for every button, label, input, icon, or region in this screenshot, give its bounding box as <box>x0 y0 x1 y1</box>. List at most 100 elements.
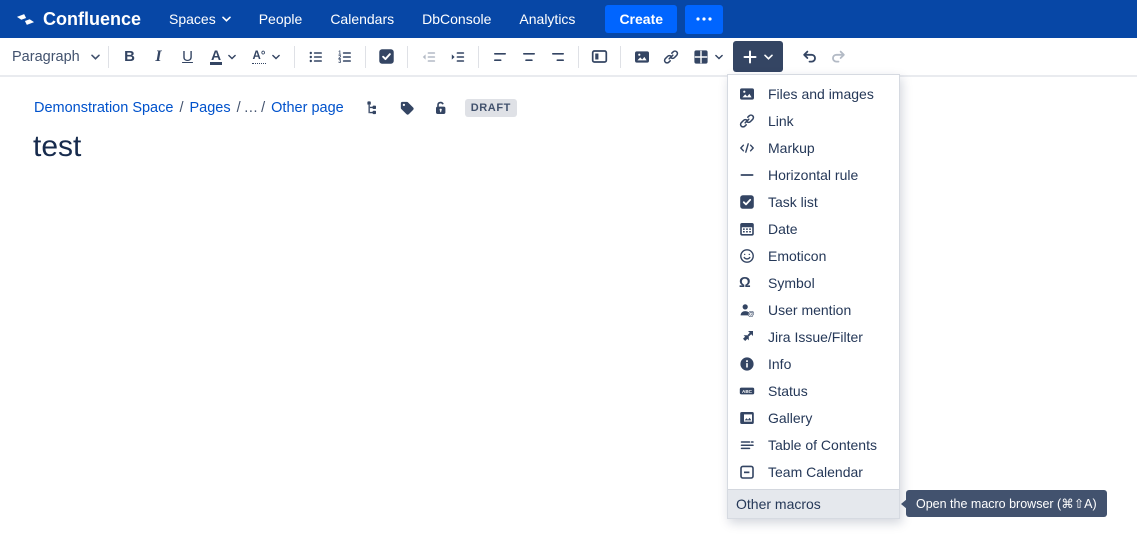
breadcrumb: Demonstration Space / Pages / … / Other … <box>34 99 517 117</box>
numbered-list-icon: 123 <box>337 49 353 65</box>
menu-item-files-and-images[interactable]: Files and images <box>728 80 899 107</box>
svg-text:@: @ <box>748 311 755 318</box>
outdent-button <box>414 42 443 72</box>
menu-item-status[interactable]: ABC Status <box>728 377 899 404</box>
menu-item-team-calendar[interactable]: Team Calendar <box>728 458 899 485</box>
page-title-input[interactable]: test <box>33 130 81 164</box>
menu-item-user-mention[interactable]: @ User mention <box>728 296 899 323</box>
menu-item-other-macros[interactable]: Other macros <box>728 489 899 518</box>
menu-item-symbol[interactable]: Ω Symbol <box>728 269 899 296</box>
table-icon <box>693 49 709 65</box>
restrictions-button[interactable] <box>433 100 449 116</box>
menu-item-markup[interactable]: Markup <box>728 134 899 161</box>
menu-item-table-of-contents[interactable]: Table of Contents <box>728 431 899 458</box>
insert-link-button[interactable] <box>656 42 685 72</box>
toolbar-divider <box>294 46 295 68</box>
menu-item-link[interactable]: Link <box>728 107 899 134</box>
indent-button[interactable] <box>443 42 472 72</box>
outdent-icon <box>421 49 437 65</box>
user-mention-icon: @ <box>739 302 755 318</box>
paragraph-style-dropdown[interactable]: Paragraph <box>8 42 102 72</box>
draft-status-badge: DRAFT <box>465 99 517 117</box>
align-right-button[interactable] <box>543 42 572 72</box>
task-checkbox-icon <box>739 194 755 210</box>
toolbar-divider <box>407 46 408 68</box>
undo-button[interactable] <box>795 42 824 72</box>
align-center-button[interactable] <box>514 42 543 72</box>
nav-item-dbconsole[interactable]: DbConsole <box>422 11 491 27</box>
bullet-list-icon <box>308 49 324 65</box>
undo-icon <box>801 48 818 65</box>
italic-button[interactable]: I <box>144 42 173 72</box>
breadcrumb-link-space[interactable]: Demonstration Space <box>34 100 173 116</box>
menu-item-emoticon[interactable]: Emoticon <box>728 242 899 269</box>
code-markup-icon <box>739 140 755 156</box>
chevron-down-icon <box>222 16 231 22</box>
menu-item-jira-issue-filter[interactable]: Jira Issue/Filter <box>728 323 899 350</box>
calendar-icon <box>739 221 755 237</box>
breadcrumb-link-pages[interactable]: Pages <box>189 100 230 116</box>
menu-item-horizontal-rule[interactable]: Horizontal rule <box>728 161 899 188</box>
nav-item-people[interactable]: People <box>259 11 303 27</box>
insert-image-button[interactable] <box>627 42 656 72</box>
menu-item-date[interactable]: Date <box>728 215 899 242</box>
confluence-logo[interactable]: Confluence <box>16 9 141 30</box>
redo-button <box>824 42 853 72</box>
plus-icon <box>743 50 757 64</box>
bullet-list-button[interactable] <box>301 42 330 72</box>
page-tree-button[interactable] <box>365 100 381 116</box>
insert-more-content-button[interactable] <box>733 41 783 72</box>
insert-menu-items: Files and images Link Markup Horizontal … <box>728 75 899 489</box>
toc-lines-icon <box>739 437 755 453</box>
page-tree-icon <box>365 100 381 116</box>
text-color-button[interactable]: A <box>202 42 244 72</box>
image-icon <box>634 49 650 65</box>
nav-item-spaces[interactable]: Spaces <box>169 11 231 27</box>
editor-toolbar: Paragraph B I U A A° 123 <box>0 38 1137 77</box>
svg-text:ABC: ABC <box>742 388 753 393</box>
page-layout-icon <box>591 48 608 65</box>
brand-name: Confluence <box>43 9 141 30</box>
indent-icon <box>450 49 466 65</box>
chevron-down-icon <box>228 54 236 60</box>
underline-button[interactable]: U <box>173 42 202 72</box>
more-formatting-button[interactable]: A° <box>244 42 288 72</box>
team-calendar-icon <box>739 464 755 480</box>
labels-button[interactable] <box>399 100 415 116</box>
menu-item-task-list[interactable]: Task list <box>728 188 899 215</box>
numbered-list-button[interactable]: 123 <box>330 42 359 72</box>
toolbar-divider <box>620 46 621 68</box>
omega-symbol-icon: Ω <box>739 275 755 291</box>
breadcrumb-ellipsis[interactable]: … <box>244 100 259 116</box>
unlock-icon <box>433 100 449 116</box>
toolbar-divider <box>478 46 479 68</box>
label-tag-icon <box>399 100 415 116</box>
task-checkbox-icon <box>378 48 395 65</box>
ellipsis-icon <box>696 17 712 21</box>
chevron-down-icon <box>764 54 773 60</box>
confluence-mark-icon <box>16 10 35 29</box>
align-center-icon <box>521 49 537 65</box>
page-layout-button[interactable] <box>585 42 614 72</box>
align-right-icon <box>550 49 566 65</box>
task-list-button[interactable] <box>372 42 401 72</box>
redo-icon <box>830 48 847 65</box>
image-icon <box>739 86 755 102</box>
menu-item-info[interactable]: Info <box>728 350 899 377</box>
page-action-icons <box>365 100 449 116</box>
nav-item-calendars[interactable]: Calendars <box>330 11 394 27</box>
align-left-button[interactable] <box>485 42 514 72</box>
menu-item-gallery[interactable]: Gallery <box>728 404 899 431</box>
smiley-icon <box>739 248 755 264</box>
svg-text:3: 3 <box>338 59 341 65</box>
nav-more-button[interactable] <box>685 5 723 34</box>
info-circle-icon <box>739 356 755 372</box>
bold-button[interactable]: B <box>115 42 144 72</box>
status-lozenge-icon: ABC <box>739 383 755 399</box>
macro-browser-tooltip: Open the macro browser (⌘⇧A) <box>906 490 1107 517</box>
breadcrumb-link-other-page[interactable]: Other page <box>271 100 344 116</box>
insert-table-button[interactable] <box>685 42 731 72</box>
create-button[interactable]: Create <box>605 5 677 33</box>
nav-item-analytics[interactable]: Analytics <box>519 11 575 27</box>
top-navbar: Confluence Spaces People Calendars DbCon… <box>0 0 1137 38</box>
